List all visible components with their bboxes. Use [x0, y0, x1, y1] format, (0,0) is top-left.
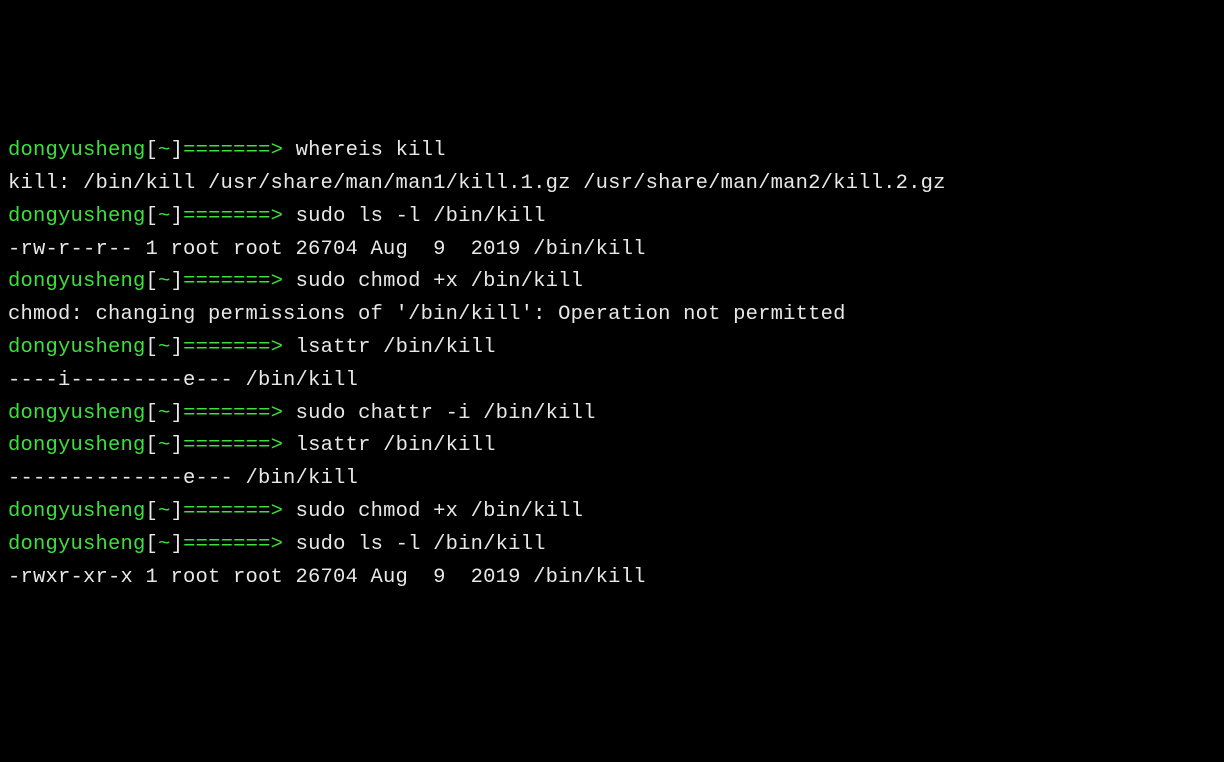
terminal-output[interactable]: dongyusheng[~]=======> whereis killkill:…: [8, 135, 1216, 594]
prompt-rbracket: ]: [171, 402, 184, 425]
prompt-arrow: =======>: [183, 533, 296, 556]
prompt-cwd: ~: [158, 533, 171, 556]
output-line: ----i---------e--- /bin/kill: [8, 365, 1216, 398]
command-text: sudo chattr -i /bin/kill: [296, 402, 596, 425]
prompt-rbracket: ]: [171, 336, 184, 359]
prompt-rbracket: ]: [171, 533, 184, 556]
command-text: sudo chmod +x /bin/kill: [296, 500, 584, 523]
prompt-lbracket: [: [146, 500, 159, 523]
output-line: --------------e--- /bin/kill: [8, 463, 1216, 496]
prompt-rbracket: ]: [171, 500, 184, 523]
prompt-lbracket: [: [146, 336, 159, 359]
output-line: kill: /bin/kill /usr/share/man/man1/kill…: [8, 168, 1216, 201]
prompt-lbracket: [: [146, 434, 159, 457]
prompt-cwd: ~: [158, 336, 171, 359]
prompt-user: dongyusheng: [8, 336, 146, 359]
prompt-cwd: ~: [158, 139, 171, 162]
output-line: -rwxr-xr-x 1 root root 26704 Aug 9 2019 …: [8, 562, 1216, 595]
prompt-lbracket: [: [146, 270, 159, 293]
prompt-arrow: =======>: [183, 139, 296, 162]
prompt-rbracket: ]: [171, 270, 184, 293]
prompt-arrow: =======>: [183, 336, 296, 359]
prompt-arrow: =======>: [183, 402, 296, 425]
output-line: -rw-r--r-- 1 root root 26704 Aug 9 2019 …: [8, 234, 1216, 267]
prompt-arrow: =======>: [183, 205, 296, 228]
prompt-lbracket: [: [146, 205, 159, 228]
command-text: sudo ls -l /bin/kill: [296, 205, 546, 228]
command-text: sudo ls -l /bin/kill: [296, 533, 546, 556]
prompt-arrow: =======>: [183, 434, 296, 457]
prompt-user: dongyusheng: [8, 500, 146, 523]
prompt-user: dongyusheng: [8, 533, 146, 556]
prompt-rbracket: ]: [171, 139, 184, 162]
prompt-user: dongyusheng: [8, 205, 146, 228]
prompt-rbracket: ]: [171, 205, 184, 228]
prompt-line: dongyusheng[~]=======> sudo chmod +x /bi…: [8, 266, 1216, 299]
command-text: whereis kill: [296, 139, 446, 162]
command-text: lsattr /bin/kill: [296, 336, 496, 359]
prompt-cwd: ~: [158, 434, 171, 457]
prompt-line: dongyusheng[~]=======> sudo ls -l /bin/k…: [8, 201, 1216, 234]
prompt-lbracket: [: [146, 533, 159, 556]
prompt-user: dongyusheng: [8, 270, 146, 293]
prompt-cwd: ~: [158, 500, 171, 523]
prompt-cwd: ~: [158, 205, 171, 228]
prompt-arrow: =======>: [183, 270, 296, 293]
prompt-user: dongyusheng: [8, 139, 146, 162]
prompt-rbracket: ]: [171, 434, 184, 457]
prompt-lbracket: [: [146, 402, 159, 425]
prompt-arrow: =======>: [183, 500, 296, 523]
prompt-cwd: ~: [158, 270, 171, 293]
output-line: chmod: changing permissions of '/bin/kil…: [8, 299, 1216, 332]
prompt-user: dongyusheng: [8, 434, 146, 457]
prompt-line: dongyusheng[~]=======> sudo chmod +x /bi…: [8, 496, 1216, 529]
prompt-line: dongyusheng[~]=======> whereis kill: [8, 135, 1216, 168]
prompt-cwd: ~: [158, 402, 171, 425]
prompt-line: dongyusheng[~]=======> sudo chattr -i /b…: [8, 398, 1216, 431]
prompt-line: dongyusheng[~]=======> lsattr /bin/kill: [8, 332, 1216, 365]
prompt-lbracket: [: [146, 139, 159, 162]
prompt-user: dongyusheng: [8, 402, 146, 425]
prompt-line: dongyusheng[~]=======> lsattr /bin/kill: [8, 430, 1216, 463]
command-text: sudo chmod +x /bin/kill: [296, 270, 584, 293]
command-text: lsattr /bin/kill: [296, 434, 496, 457]
